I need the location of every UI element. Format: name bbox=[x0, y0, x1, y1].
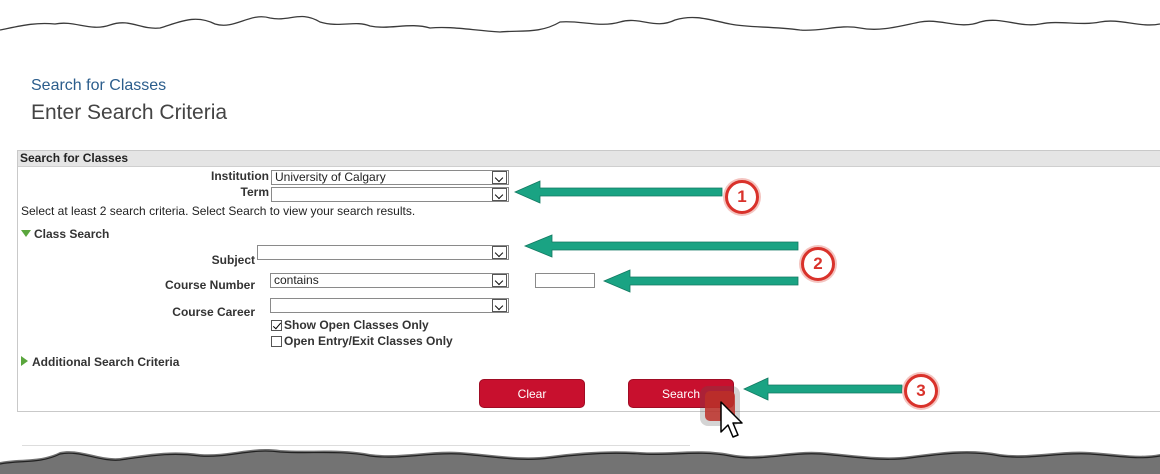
panel-header: Search for Classes bbox=[18, 151, 1160, 167]
chevron-down-icon[interactable] bbox=[492, 246, 507, 259]
clear-button[interactable]: Clear bbox=[479, 379, 585, 408]
callout-1: 1 bbox=[725, 180, 759, 214]
search-button[interactable]: Search bbox=[628, 379, 734, 408]
checkbox-box[interactable] bbox=[271, 336, 282, 347]
term-select[interactable] bbox=[271, 187, 509, 202]
open-entry-exit-label: Open Entry/Exit Classes Only bbox=[284, 334, 453, 348]
collapsed-triangle-icon bbox=[21, 356, 28, 366]
page-title: Enter Search Criteria bbox=[31, 101, 228, 124]
subject-label: Subject bbox=[211, 253, 255, 267]
institution-value: University of Calgary bbox=[275, 170, 386, 184]
chevron-down-icon[interactable] bbox=[492, 299, 507, 312]
divider bbox=[22, 445, 690, 446]
subject-select[interactable] bbox=[257, 245, 509, 260]
search-panel: Search for Classes Institution Universit… bbox=[17, 150, 1160, 412]
instruction-text: Select at least 2 search criteria. Selec… bbox=[21, 204, 416, 218]
checkmark-icon[interactable] bbox=[271, 320, 282, 331]
open-entry-exit-checkbox[interactable]: Open Entry/Exit Classes Only bbox=[271, 334, 453, 348]
institution-select[interactable]: University of Calgary bbox=[271, 170, 509, 185]
course-number-operator-select[interactable]: contains bbox=[270, 273, 509, 288]
chevron-down-icon[interactable] bbox=[492, 188, 507, 201]
course-career-label: Course Career bbox=[172, 305, 255, 319]
course-number-input[interactable] bbox=[535, 273, 595, 288]
additional-search-toggle[interactable]: Additional Search Criteria bbox=[21, 355, 179, 369]
additional-search-label: Additional Search Criteria bbox=[32, 355, 180, 369]
show-open-classes-checkbox[interactable]: Show Open Classes Only bbox=[271, 318, 429, 332]
class-search-label: Class Search bbox=[34, 227, 110, 241]
course-number-operator: contains bbox=[274, 273, 319, 287]
show-open-classes-label: Show Open Classes Only bbox=[284, 318, 429, 332]
chevron-down-icon[interactable] bbox=[492, 274, 507, 287]
torn-edge-top bbox=[0, 15, 1160, 33]
course-number-label: Course Number bbox=[164, 278, 255, 292]
callout-2: 2 bbox=[801, 247, 835, 281]
institution-label: Institution bbox=[211, 169, 269, 183]
expand-triangle-icon bbox=[21, 230, 31, 237]
breadcrumb[interactable]: Search for Classes bbox=[31, 77, 166, 95]
term-label: Term bbox=[240, 185, 269, 199]
callout-3: 3 bbox=[904, 374, 938, 408]
course-career-select[interactable] bbox=[270, 298, 509, 313]
chevron-down-icon[interactable] bbox=[492, 171, 507, 184]
class-search-toggle[interactable]: Class Search bbox=[21, 227, 109, 241]
